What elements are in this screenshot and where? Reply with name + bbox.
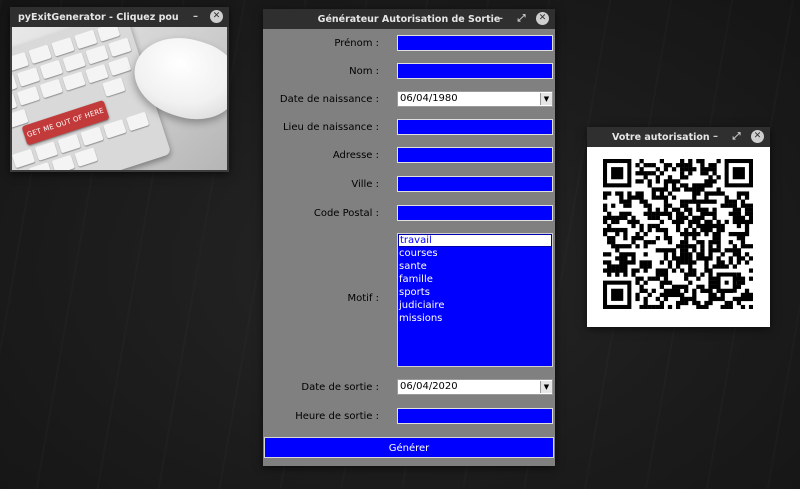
date-naissance-label: Date de naissance :	[279, 94, 379, 105]
heure-sortie-input[interactable]	[397, 408, 553, 424]
row-adresse: Adresse :	[263, 147, 555, 165]
close-icon[interactable]: ✕	[536, 12, 549, 25]
generate-button[interactable]: Générer	[264, 437, 554, 458]
date-sortie-picker[interactable]: 06/04/2020 ▼	[397, 379, 553, 395]
row-code-postal: Code Postal :	[263, 205, 555, 223]
date-sortie-value: 06/04/2020	[400, 381, 458, 392]
list-item[interactable]: missions	[398, 312, 552, 325]
list-item[interactable]: travail	[398, 234, 552, 247]
list-item[interactable]: judiciaire	[398, 299, 552, 312]
prenom-input[interactable]	[397, 35, 553, 51]
main-window-titlebar[interactable]: pyExitGenerator - Cliquez pour ... – ✕	[10, 7, 229, 27]
row-date-naissance: Date de naissance : 06/04/1980 ▼	[263, 91, 555, 109]
date-naissance-picker[interactable]: 06/04/1980 ▼	[397, 91, 553, 107]
main-window-title: pyExitGenerator - Cliquez pour ...	[18, 11, 178, 23]
qr-window-titlebar[interactable]: Votre autorisation – ⤢ ✕	[587, 127, 770, 147]
form-window-titlebar[interactable]: Générateur Autorisation de Sortie – ⤢ ✕	[263, 9, 555, 29]
date-sortie-label: Date de sortie :	[301, 382, 379, 393]
close-icon[interactable]: ✕	[210, 10, 223, 23]
list-item[interactable]: famille	[398, 273, 552, 286]
list-item[interactable]: sports	[398, 286, 552, 299]
row-nom: Nom :	[263, 63, 555, 81]
main-window: pyExitGenerator - Cliquez pour ... – ✕	[10, 7, 229, 172]
prenom-label: Prénom :	[334, 38, 379, 49]
nom-input[interactable]	[397, 63, 553, 79]
adresse-input[interactable]	[397, 147, 553, 163]
adresse-label: Adresse :	[332, 150, 379, 161]
row-date-sortie: Date de sortie : 06/04/2020 ▼	[263, 379, 555, 397]
ville-input[interactable]	[397, 176, 553, 192]
motif-listbox[interactable]: travail courses sante famille sports jud…	[397, 233, 553, 367]
lieu-naissance-input[interactable]	[397, 119, 553, 135]
minimize-icon[interactable]: –	[494, 12, 507, 25]
list-item[interactable]: courses	[398, 247, 552, 260]
minimize-icon[interactable]: –	[189, 10, 202, 23]
dropdown-arrow-icon[interactable]: ▼	[540, 93, 552, 105]
minimize-icon[interactable]: –	[709, 130, 722, 143]
dropdown-arrow-icon[interactable]: ▼	[540, 381, 552, 393]
motif-label: Motif :	[347, 293, 379, 304]
row-ville: Ville :	[263, 176, 555, 194]
heure-sortie-label: Heure de sortie :	[295, 411, 379, 422]
lieu-naissance-label: Lieu de naissance :	[282, 122, 379, 133]
close-icon[interactable]: ✕	[751, 130, 764, 143]
qr-code-image	[603, 159, 753, 309]
date-naissance-value: 06/04/1980	[400, 93, 458, 104]
nom-label: Nom :	[349, 66, 379, 77]
restore-icon[interactable]: ⤢	[730, 130, 743, 143]
form-window: Générateur Autorisation de Sortie – ⤢ ✕ …	[263, 9, 555, 466]
qr-window: Votre autorisation – ⤢ ✕	[587, 127, 770, 327]
row-heure-sortie: Heure de sortie :	[263, 408, 555, 426]
code-postal-input[interactable]	[397, 205, 553, 221]
list-item[interactable]: sante	[398, 260, 552, 273]
row-lieu-naissance: Lieu de naissance :	[263, 119, 555, 137]
ville-label: Ville :	[351, 179, 379, 190]
row-prenom: Prénom :	[263, 35, 555, 53]
restore-icon[interactable]: ⤢	[515, 12, 528, 25]
code-postal-label: Code Postal :	[313, 208, 379, 219]
keyboard-photo[interactable]: GET ME OUT OF HERE	[12, 27, 227, 170]
